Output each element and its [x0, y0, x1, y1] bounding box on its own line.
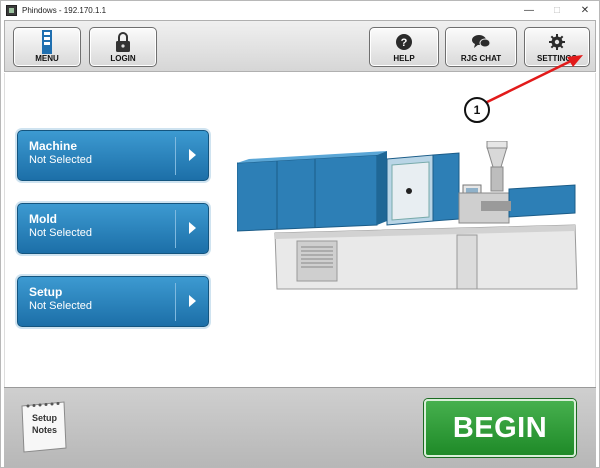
footer-bar: Setup Notes BEGIN: [4, 387, 596, 467]
setup-notes-label-2: Notes: [32, 425, 58, 435]
chevron-right-icon: [189, 149, 196, 161]
login-button[interactable]: LOGIN: [89, 27, 157, 67]
injection-molding-machine-image: [237, 141, 578, 290]
machine-status: Not Selected: [29, 154, 92, 166]
maximize-button[interactable]: □: [543, 1, 571, 19]
app-window: Phindows - 192.170.1.1 — □ ✕ MENU LOGIN …: [0, 0, 600, 468]
help-label: HELP: [393, 54, 415, 63]
machine-selector[interactable]: Machine Not Selected: [17, 130, 209, 181]
menu-icon: [40, 30, 54, 54]
callout-arrow: [480, 55, 583, 107]
title-bar: Phindows - 192.170.1.1 — □ ✕: [1, 1, 599, 19]
divider: [175, 283, 176, 321]
mold-title: Mold: [29, 212, 57, 226]
svg-text:?: ?: [401, 37, 408, 49]
callout-number-badge: 1: [464, 97, 490, 123]
window-title: Phindows - 192.170.1.1: [22, 5, 107, 15]
setup-selector[interactable]: Setup Not Selected: [17, 276, 209, 327]
setup-notes-label-1: Setup: [32, 413, 58, 423]
mold-selector[interactable]: Mold Not Selected: [17, 203, 209, 254]
lock-icon: [115, 32, 131, 52]
chevron-right-icon: [189, 222, 196, 234]
minimize-button[interactable]: —: [515, 1, 543, 19]
close-button[interactable]: ✕: [571, 1, 599, 19]
divider: [175, 210, 176, 248]
menu-button[interactable]: MENU: [13, 27, 81, 67]
gear-icon: [549, 32, 565, 52]
window-controls: — □ ✕: [515, 1, 599, 19]
question-icon: ?: [396, 32, 412, 52]
app-icon: [6, 4, 17, 16]
machine-title: Machine: [29, 139, 78, 153]
login-label: LOGIN: [110, 54, 136, 63]
divider: [175, 137, 176, 175]
menu-label: MENU: [35, 54, 59, 63]
chevron-right-icon: [189, 295, 196, 307]
chat-icon: [471, 32, 491, 52]
setup-title: Setup: [29, 285, 63, 299]
mold-status: Not Selected: [29, 227, 92, 239]
begin-button[interactable]: BEGIN: [424, 399, 576, 457]
main-panel: Machine Not Selected Mold Not Selected S…: [4, 55, 596, 387]
setup-notes-button[interactable]: Setup Notes: [14, 396, 72, 454]
setup-status: Not Selected: [29, 300, 92, 312]
help-button[interactable]: ? HELP: [369, 27, 439, 67]
